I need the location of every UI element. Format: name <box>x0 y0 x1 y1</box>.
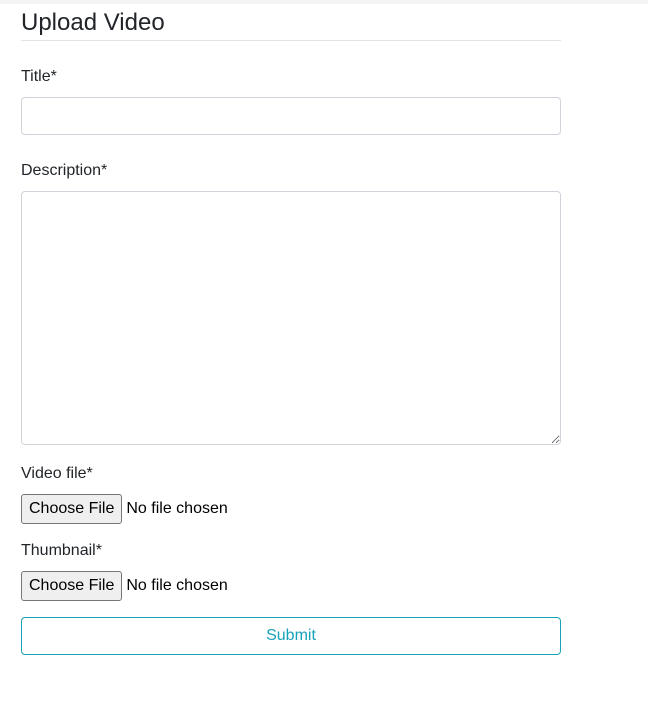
description-textarea[interactable] <box>21 191 561 445</box>
thumbnail-file-status: No file chosen <box>126 577 228 594</box>
video-choose-file-button[interactable]: Choose File <box>21 494 123 524</box>
title-divider <box>21 40 561 41</box>
video-file-status: No file chosen <box>126 500 228 517</box>
video-file-input[interactable]: Choose File No file chosen <box>21 494 561 524</box>
page-title: Upload Video <box>21 9 165 36</box>
thumbnail-label: Thumbnail* <box>21 542 102 559</box>
thumbnail-file-input[interactable]: Choose File No file chosen <box>21 571 561 601</box>
title-input[interactable] <box>21 97 561 135</box>
description-label: Description* <box>21 162 108 179</box>
title-label: Title* <box>21 68 57 85</box>
submit-button[interactable]: Submit <box>21 617 561 655</box>
video-file-label: Video file* <box>21 465 93 482</box>
upload-form: Upload Video Title* Description* Video f… <box>21 0 561 655</box>
thumbnail-choose-file-button[interactable]: Choose File <box>21 571 123 601</box>
